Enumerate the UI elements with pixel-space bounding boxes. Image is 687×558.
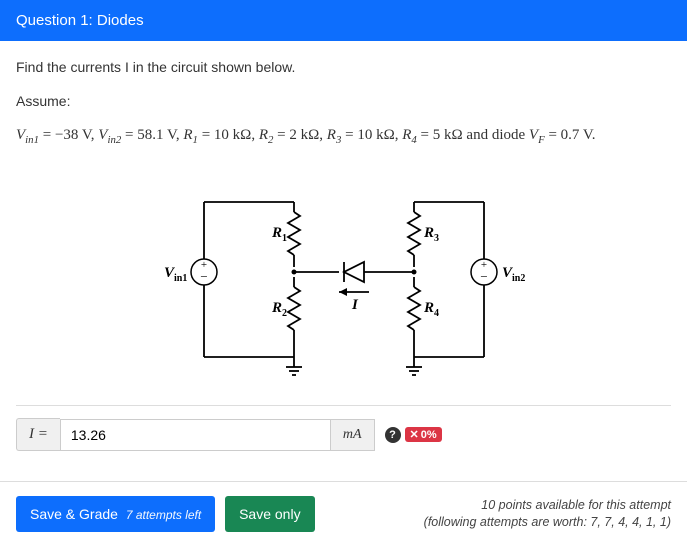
r3-value: 10 kΩ xyxy=(357,127,394,143)
diode-icon xyxy=(344,262,364,282)
footer: Save & Grade 7 attempts left Save only 1… xyxy=(0,481,687,548)
save-grade-button[interactable]: Save & Grade 7 attempts left xyxy=(16,496,215,532)
svg-text:−: − xyxy=(480,269,487,284)
vin2-label: Vin2 xyxy=(502,265,525,284)
resistor-r4 xyxy=(408,287,420,330)
vin1-value: −38 V xyxy=(55,127,91,143)
r1-value: 10 kΩ xyxy=(214,127,251,143)
r4-value: 5 kΩ xyxy=(433,127,463,143)
divider xyxy=(16,405,671,406)
circuit-diagram: + − Vin1 + − Vin2 R1 xyxy=(16,167,671,387)
answer-row: I = mA ? ✕ 0% xyxy=(16,418,671,451)
answer-input[interactable] xyxy=(60,419,330,451)
question-title: Question 1: Diodes xyxy=(16,12,144,29)
score-percent: 0% xyxy=(421,429,437,441)
r4-label: R4 xyxy=(423,300,439,319)
r2-label: R2 xyxy=(271,300,287,319)
save-only-button[interactable]: Save only xyxy=(225,496,314,532)
r2-value: 2 kΩ xyxy=(289,127,319,143)
answer-feedback: ? ✕ 0% xyxy=(385,427,442,443)
and-diode-text: and diode xyxy=(463,127,529,143)
save-only-label: Save only xyxy=(239,506,300,522)
x-icon: ✕ xyxy=(410,428,419,441)
r3-label: R3 xyxy=(423,225,439,244)
following-attempts: (following attempts are worth: 7, 7, 4, … xyxy=(424,514,671,532)
points-info: 10 points available for this attempt (fo… xyxy=(424,497,671,532)
r1-label: R1 xyxy=(271,225,287,244)
current-i-label: I xyxy=(351,297,359,313)
question-header: Question 1: Diodes xyxy=(0,0,687,41)
assume-label: Assume: xyxy=(16,93,671,109)
answer-variable: I = xyxy=(16,418,60,451)
svg-text:−: − xyxy=(200,269,207,284)
question-content: Find the currents I in the circuit shown… xyxy=(0,41,687,481)
prompt-text: Find the currents I in the circuit shown… xyxy=(16,59,671,75)
answer-unit: mA xyxy=(330,419,375,451)
vin2-value: 58.1 V xyxy=(137,127,176,143)
vf-value: 0.7 V xyxy=(561,127,592,143)
attempts-left: 7 attempts left xyxy=(126,508,201,522)
vin1-label: Vin1 xyxy=(164,265,187,284)
resistor-r1 xyxy=(288,212,300,255)
resistor-r2 xyxy=(288,287,300,330)
resistor-r3 xyxy=(408,212,420,255)
score-badge: ✕ 0% xyxy=(405,427,442,442)
parameter-equation: Vin1 = −38 V, Vin2 = 58.1 V, R1 = 10 kΩ,… xyxy=(16,123,671,149)
footer-buttons: Save & Grade 7 attempts left Save only xyxy=(16,496,315,532)
points-available: 10 points available for this attempt xyxy=(424,497,671,515)
save-grade-label: Save & Grade xyxy=(30,506,118,522)
help-icon[interactable]: ? xyxy=(385,427,401,443)
